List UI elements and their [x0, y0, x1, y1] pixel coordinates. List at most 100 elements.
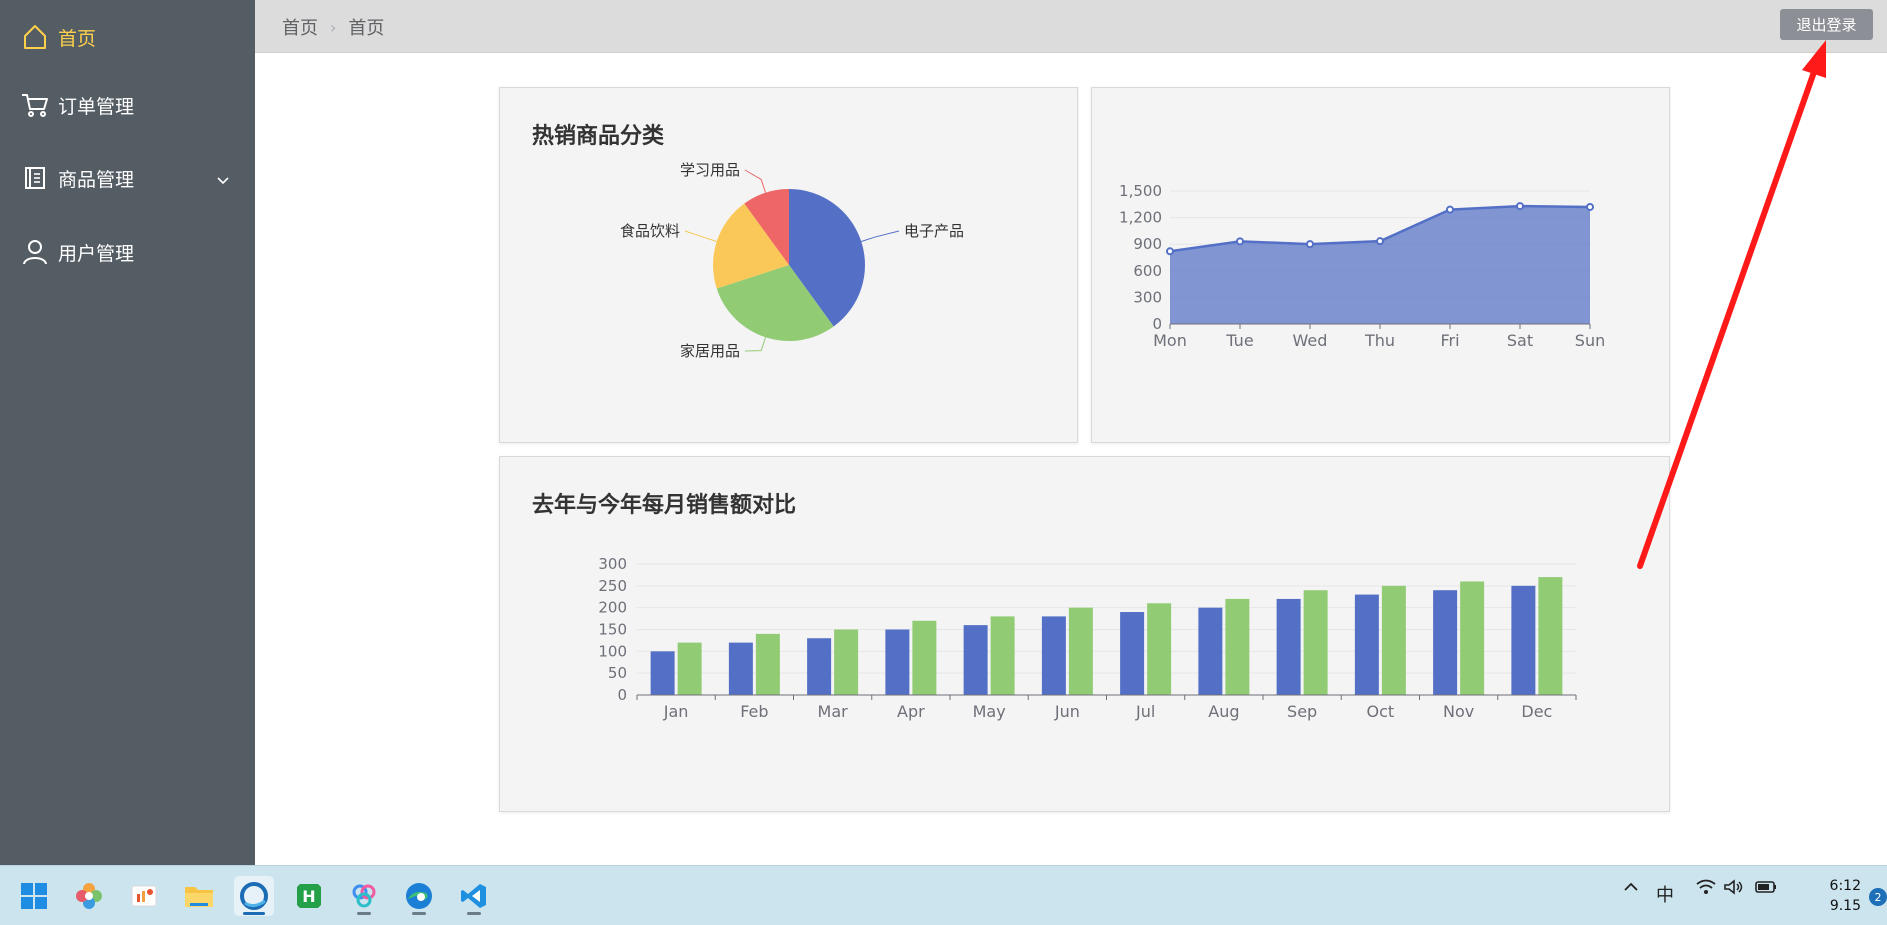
data-point: [1166, 247, 1174, 256]
bar: [1225, 598, 1250, 695]
line-chart-card: 0 300 600 900 1,200 1,500 Mon Tue Wed Thu Fri Sat Su…: [1091, 87, 1670, 443]
x-tick-label: Oct: [1367, 702, 1395, 721]
chevron-up-icon[interactable]: [1622, 878, 1640, 901]
ime-indicator[interactable]: 中: [1656, 881, 1674, 907]
logout-button[interactable]: 退出登录: [1780, 9, 1873, 40]
bar: [1381, 585, 1406, 695]
y-tick-label: 150: [598, 621, 627, 639]
bar: [650, 651, 675, 695]
bar: [1303, 590, 1328, 695]
bar: [1068, 607, 1093, 695]
pie-label-line: [744, 337, 766, 352]
y-tick-label: 900: [1133, 235, 1162, 253]
edge-icon[interactable]: [399, 876, 439, 916]
bar: [1198, 607, 1223, 695]
sidebar-item-users[interactable]: 用户管理: [0, 215, 255, 289]
clock-date: 9.15: [1829, 898, 1861, 914]
vscode-icon[interactable]: [454, 876, 494, 916]
bar-chart-card: 去年与今年每月销售额对比 0 50 100 150 200 250 300 Jan Feb Mar…: [499, 456, 1670, 812]
x-tick-label: Thu: [1364, 331, 1395, 350]
breadcrumb: 首页 › 首页: [282, 14, 384, 40]
y-tick-label: 50: [608, 664, 627, 682]
bar: [1276, 598, 1301, 695]
bar: [755, 633, 780, 695]
data-point: [1376, 237, 1384, 246]
breadcrumb-item: 首页: [348, 18, 385, 39]
bar: [1354, 594, 1379, 695]
pie-label: 电子产品: [904, 222, 964, 240]
sidebar-item-orders[interactable]: 订单管理: [0, 68, 255, 142]
data-point: [1306, 240, 1314, 249]
browser-app-icon[interactable]: [234, 876, 274, 916]
breadcrumb-item[interactable]: 首页: [282, 14, 318, 40]
bar: [807, 638, 832, 695]
x-tick-label: Tue: [1225, 331, 1253, 350]
y-tick-label: 0: [617, 686, 627, 704]
sidebar-item-home[interactable]: 首页: [0, 0, 255, 74]
taskbar: H 中 6:12 9.15 2: [0, 865, 1887, 925]
bar: [728, 642, 753, 695]
area-chart: 03006009001,2001,500Mon Tue Wed Thu Fri Sat Su…: [1119, 182, 1605, 350]
bar: [1147, 603, 1172, 695]
bar: [1041, 616, 1066, 695]
bar: [1433, 590, 1458, 695]
header: 首页 › 首页 退出登录: [255, 0, 1887, 53]
windows-start-icon[interactable]: [14, 876, 54, 916]
x-tick-label: Nov: [1443, 702, 1474, 721]
x-tick-label: Sun: [1575, 331, 1605, 350]
x-tick-label: Fri: [1440, 331, 1459, 350]
data-point: [1516, 202, 1524, 211]
pie-label: 家居用品: [680, 342, 740, 360]
data-point: [1586, 202, 1594, 211]
data-point: [1236, 237, 1244, 246]
home-icon: [20, 22, 50, 52]
bar: [677, 642, 702, 695]
pie-label-line: [684, 230, 717, 242]
bar: [885, 629, 910, 695]
photos-icon[interactable]: [69, 876, 109, 916]
area-fill: [1170, 206, 1590, 324]
data-point: [1446, 205, 1454, 214]
notebook-icon: [20, 163, 50, 193]
wifi-icon[interactable]: [1695, 878, 1717, 901]
x-tick-label: Wed: [1293, 331, 1328, 350]
x-tick-label: Dec: [1521, 702, 1552, 721]
y-tick-label: 300: [1133, 288, 1162, 306]
baidu-netdisk-icon[interactable]: [344, 876, 384, 916]
volume-icon[interactable]: [1723, 878, 1745, 901]
sidebar-item-products[interactable]: 商品管理: [0, 141, 255, 215]
x-tick-label: May: [973, 702, 1006, 721]
x-tick-label: Jun: [1054, 702, 1080, 721]
x-tick-label: Mon: [1153, 331, 1187, 350]
pie-chart-card: 热销商品分类 电子产品 家居用品 食品饮料 学习用品: [499, 87, 1078, 443]
x-tick-label: Jul: [1135, 702, 1155, 721]
y-tick-label: 250: [598, 577, 627, 595]
sidebar-item-label: 用户管理: [58, 242, 135, 265]
x-tick-label: Apr: [897, 702, 925, 721]
bar: [990, 616, 1015, 695]
sidebar: 首页 订单管理 商品管理 用户管理: [0, 0, 255, 865]
main-content: 热销商品分类 电子产品 家居用品 食品饮料 学习用品 0 300 600 900 1,200 1…: [255, 53, 1887, 865]
bar: [834, 629, 859, 695]
notification-badge[interactable]: 2: [1869, 888, 1887, 906]
hbuilder-icon[interactable]: H: [289, 876, 329, 916]
pie-label-line: [744, 169, 766, 193]
chevron-right-icon: ›: [330, 17, 337, 37]
x-tick-label: Feb: [740, 702, 768, 721]
user-icon: [20, 237, 50, 267]
y-tick-label: 600: [1133, 262, 1162, 280]
presentation-icon[interactable]: [124, 876, 164, 916]
bar: [1120, 612, 1145, 695]
sidebar-item-label: 订单管理: [58, 95, 135, 118]
pie-label-line: [861, 230, 900, 242]
y-tick-label: 1,500: [1119, 182, 1162, 200]
file-explorer-icon[interactable]: [179, 876, 219, 916]
sidebar-item-label: 商品管理: [58, 168, 135, 191]
svg-text:H: H: [302, 887, 315, 906]
battery-icon[interactable]: [1754, 878, 1778, 901]
y-tick-label: 200: [598, 599, 627, 617]
clock[interactable]: 6:12 9.15: [1830, 876, 1861, 916]
y-tick-label: 1,200: [1119, 209, 1162, 227]
pie-chart: 电子产品家居用品 食品饮料 学习用品: [620, 161, 964, 360]
bar: [912, 620, 937, 695]
